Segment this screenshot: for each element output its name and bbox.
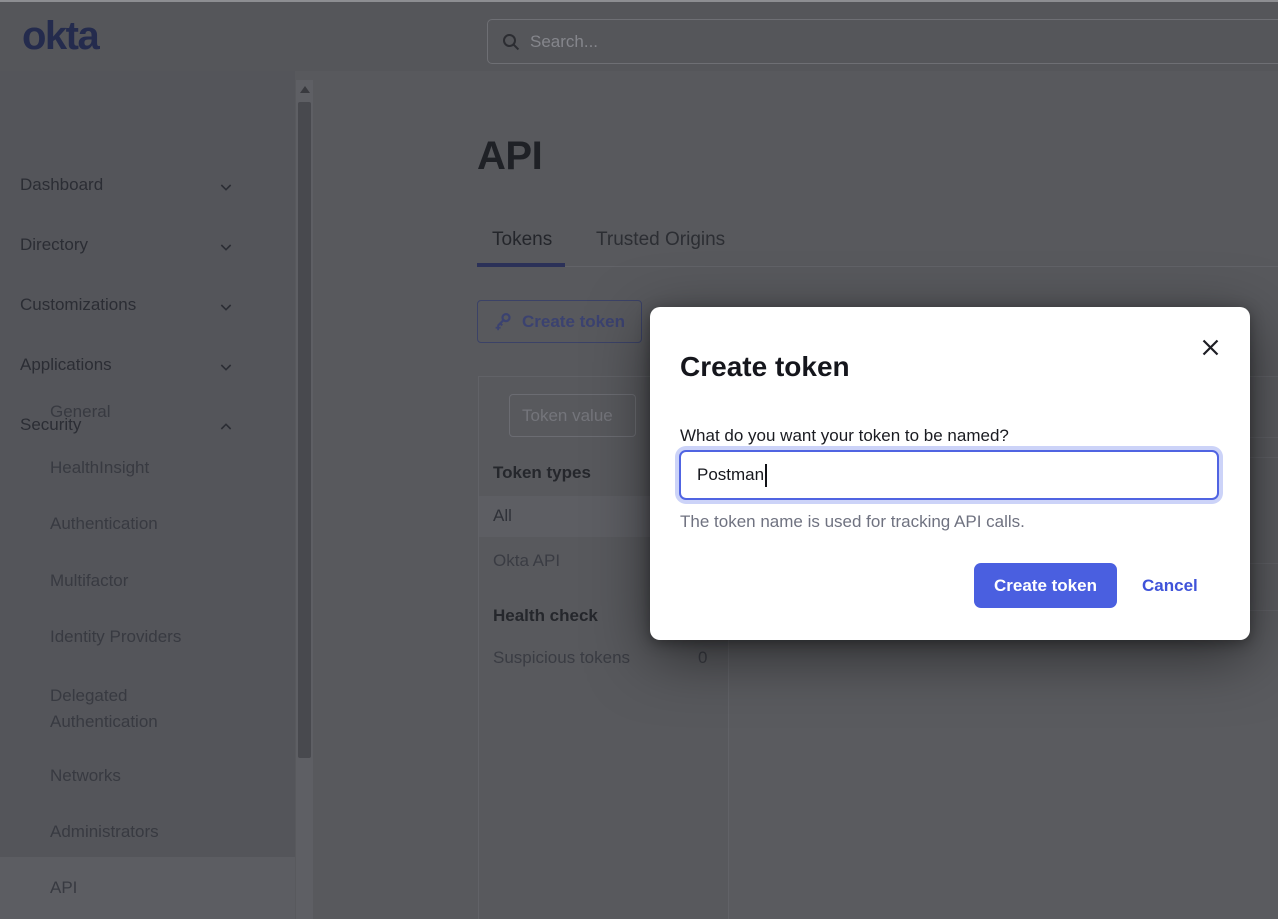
create-token-modal: Create token What do you want your token… [650,307,1250,640]
modal-cancel-button[interactable]: Cancel [1142,563,1198,608]
modal-title: Create token [680,351,850,383]
token-name-label: What do you want your token to be named? [680,426,1009,446]
text-cursor [765,464,767,487]
token-name-helper-text: The token name is used for tracking API … [680,512,1025,532]
modal-create-token-button[interactable]: Create token [974,563,1117,608]
close-icon[interactable] [1199,336,1221,358]
token-name-input[interactable]: Postman [679,450,1219,500]
token-name-value: Postman [697,465,764,485]
